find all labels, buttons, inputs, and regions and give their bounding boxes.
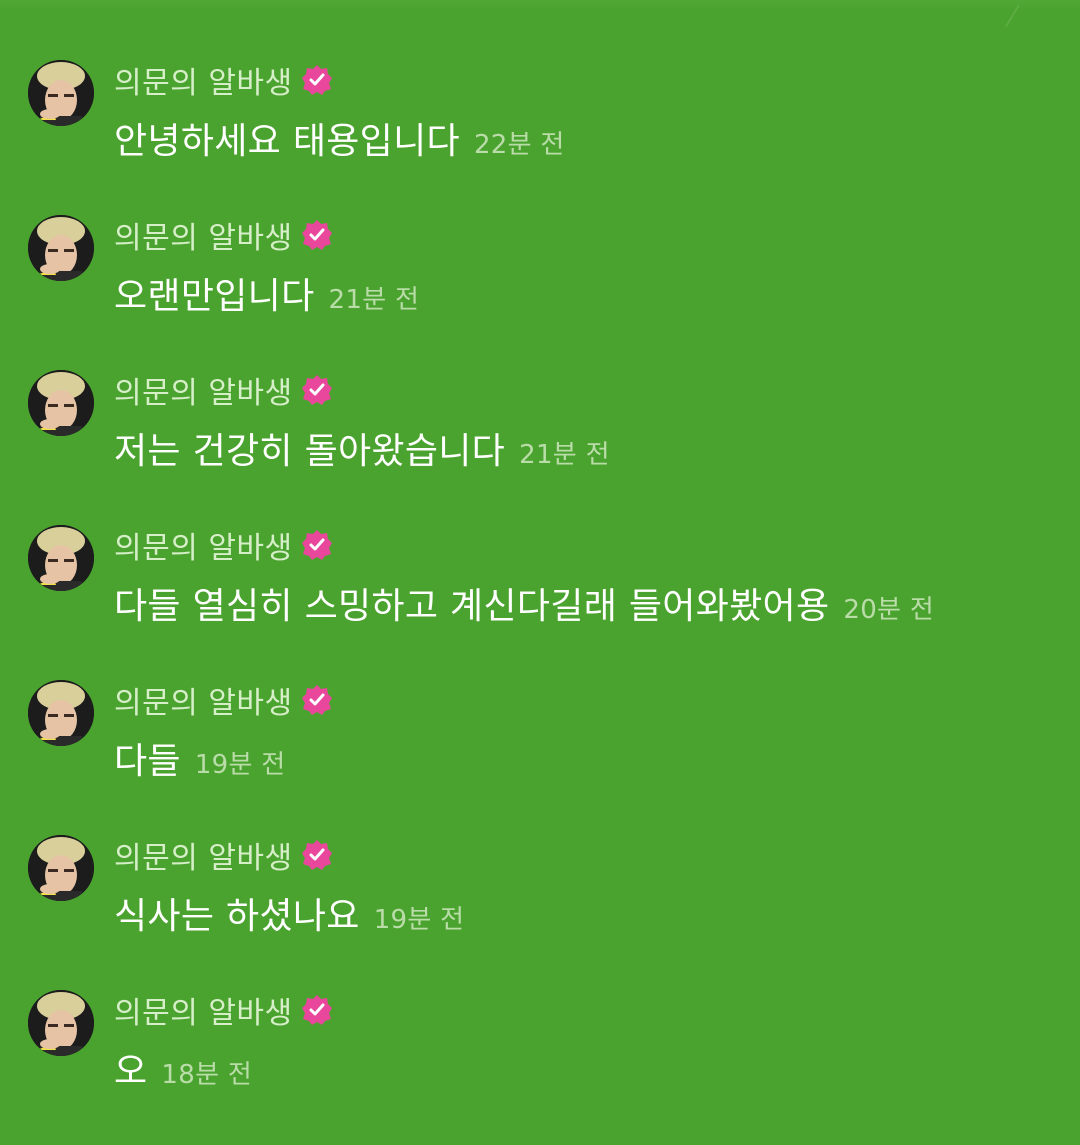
message-text: 다들: [114, 741, 181, 782]
message-timestamp: 18분 전: [161, 1060, 253, 1090]
chat-message: 의문의 알바생 다들 열심히 스밍하고 계신다길래 들어와봤어용 20분 전: [28, 525, 1068, 675]
message-text: 오: [114, 1051, 148, 1092]
message-line: 다들 19분 전: [114, 732, 286, 784]
message-text: 안녕하세요 태용입니다: [114, 121, 460, 162]
chat-message: 의문의 알바생 안녕하세요 태용입니다 22분 전: [28, 60, 1068, 210]
chat-message: 의문의 알바생 저는 건강히 돌아왔습니다 21분 전: [28, 370, 1068, 520]
chat-message: 의문의 알바생 다들 19분 전: [28, 680, 1068, 830]
chat-message: 의문의 알바생 식사는 하셨나요 19분 전: [28, 835, 1068, 985]
sender-row: 의문의 알바생: [114, 523, 333, 567]
verified-badge-icon: [301, 839, 333, 871]
message-line: 안녕하세요 태용입니다 22분 전: [114, 112, 565, 164]
chat-message: 의문의 알바생 오랜만입니다 21분 전: [28, 215, 1068, 365]
message-timestamp: 22분 전: [473, 130, 565, 160]
avatar[interactable]: [28, 60, 94, 126]
sender-row: 의문의 알바생: [114, 678, 333, 722]
verified-badge-icon: [301, 64, 333, 96]
message-text: 다들 열심히 스밍하고 계신다길래 들어와봤어용: [114, 586, 830, 627]
message-timestamp: 19분 전: [373, 905, 465, 935]
message-timestamp: 20분 전: [843, 595, 935, 625]
message-text: 식사는 하셨나요: [114, 896, 360, 937]
sender-name[interactable]: 의문의 알바생: [114, 213, 293, 257]
message-line: 식사는 하셨나요 19분 전: [114, 887, 464, 939]
sender-name[interactable]: 의문의 알바생: [114, 833, 293, 877]
verified-badge-icon: [301, 219, 333, 251]
sender-name[interactable]: 의문의 알바생: [114, 678, 293, 722]
message-timestamp: 21분 전: [328, 285, 420, 315]
message-line: 오랜만입니다 21분 전: [114, 267, 419, 319]
sender-name[interactable]: 의문의 알바생: [114, 368, 293, 412]
sender-row: 의문의 알바생: [114, 368, 333, 412]
verified-badge-icon: [301, 529, 333, 561]
avatar[interactable]: [28, 525, 94, 591]
sender-row: 의문의 알바생: [114, 213, 333, 257]
avatar[interactable]: [28, 835, 94, 901]
verified-badge-icon: [301, 684, 333, 716]
message-text: 저는 건강히 돌아왔습니다: [114, 431, 506, 472]
sender-row: 의문의 알바생: [114, 988, 333, 1032]
avatar[interactable]: [28, 990, 94, 1056]
avatar[interactable]: [28, 215, 94, 281]
sender-row: 의문의 알바생: [114, 58, 333, 102]
message-timestamp: 19분 전: [194, 750, 286, 780]
verified-badge-icon: [301, 994, 333, 1026]
verified-badge-icon: [301, 374, 333, 406]
message-timestamp: 21분 전: [519, 440, 610, 470]
sender-row: 의문의 알바생: [114, 833, 333, 877]
avatar[interactable]: [28, 680, 94, 746]
message-line: 저는 건강히 돌아왔습니다 21분 전: [114, 422, 610, 474]
sender-name[interactable]: 의문의 알바생: [114, 58, 293, 102]
avatar[interactable]: [28, 370, 94, 436]
sender-name[interactable]: 의문의 알바생: [114, 523, 293, 567]
chat-message: 의문의 알바생 오 18분 전: [28, 990, 1068, 1140]
sender-name[interactable]: 의문의 알바생: [114, 988, 293, 1032]
message-text: 오랜만입니다: [114, 276, 315, 317]
message-line: 다들 열심히 스밍하고 계신다길래 들어와봤어용 20분 전: [114, 577, 934, 629]
message-line: 오 18분 전: [114, 1042, 252, 1094]
chat-feed[interactable]: 의문의 알바생 안녕하세요 태용입니다 22분 전 의문의 알바생 오랜만입니다…: [0, 0, 1080, 1145]
